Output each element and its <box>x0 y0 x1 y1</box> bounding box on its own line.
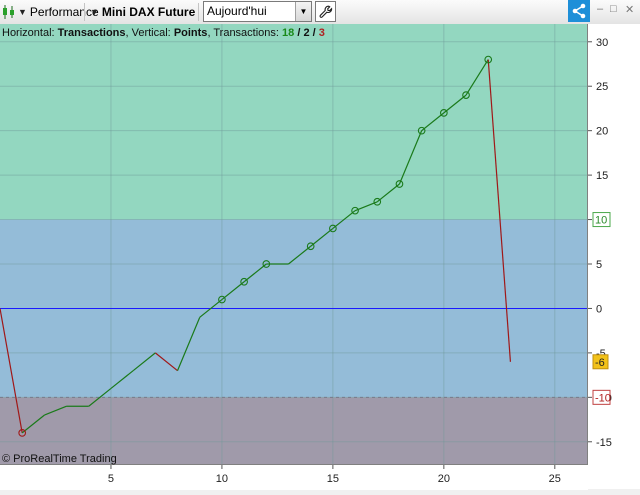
y-tick-label: 30 <box>596 37 608 49</box>
performance-label: Performance <box>29 5 99 19</box>
x-tick-label: 25 <box>549 473 561 485</box>
share-button[interactable] <box>568 0 590 22</box>
losing-trades-count: 3 <box>318 27 325 39</box>
candlestick-icon <box>3 5 14 19</box>
dropdown-arrow-icon: ▼ <box>18 7 27 17</box>
horizontal-label: Horizontal: <box>2 27 55 39</box>
y-tick-label: -15 <box>596 437 612 449</box>
chevron-down-icon[interactable]: ▼ <box>295 2 311 21</box>
minimize-icon[interactable]: – <box>597 3 603 15</box>
settings-button[interactable] <box>315 1 336 22</box>
vertical-value: Points <box>173 27 208 39</box>
vertical-label: , Vertical: <box>125 27 171 39</box>
period-select[interactable]: Aujourd'hui ▼ <box>203 1 312 22</box>
y-tick-label: 15 <box>596 170 608 182</box>
y-tick-label: 20 <box>596 126 608 138</box>
maximize-icon[interactable]: □ <box>610 3 617 15</box>
separator: / <box>309 27 319 39</box>
x-tick-label: 5 <box>108 473 114 485</box>
zone-band <box>0 24 587 220</box>
share-icon <box>572 3 586 19</box>
instrument-label: Mini DAX Future <box>101 5 196 19</box>
instrument-menu[interactable]: ▼ Mini DAX Future <box>90 0 195 24</box>
chart-plot-area[interactable] <box>0 24 587 464</box>
wrench-icon <box>319 5 332 18</box>
period-value: Aujourd'hui <box>207 4 267 18</box>
zone-label: 10 <box>595 215 607 227</box>
toolbar-divider <box>84 3 85 21</box>
x-tick-label: 15 <box>327 473 339 485</box>
toolbar: ▼ Performance ▼ Mini DAX Future Aujourd'… <box>0 0 640 25</box>
x-axis-labels: 5 10 15 20 25 <box>108 465 561 485</box>
zone-label: -10 <box>595 392 611 404</box>
equity-curve-chart <box>0 24 587 464</box>
dropdown-arrow-icon: ▼ <box>90 7 99 17</box>
copyright-text: © ProRealTime Trading <box>2 453 117 465</box>
toolbar-divider <box>198 3 199 21</box>
winning-trades-count: 18 <box>282 27 295 39</box>
y-tick-label: 0 <box>596 303 602 315</box>
y-axis: 302520151050-5-10-1510-10-6 <box>587 24 640 489</box>
horizontal-value: Transactions <box>57 27 126 39</box>
chart-info-line: Horizontal: Transactions, Vertical: Poin… <box>2 27 325 39</box>
y-axis-labels: 302520151050-5-10-1510-10-6 <box>588 37 612 449</box>
x-tick-label: 20 <box>438 473 450 485</box>
transactions-label: , Transactions: <box>207 27 279 39</box>
x-tick-label: 10 <box>216 473 228 485</box>
x-axis: 5 10 15 20 25 <box>0 464 588 490</box>
y-tick-label: 25 <box>596 81 608 93</box>
close-icon[interactable]: ✕ <box>625 3 634 16</box>
y-tick-label: 5 <box>596 259 602 271</box>
last-value-label: -6 <box>595 357 605 369</box>
